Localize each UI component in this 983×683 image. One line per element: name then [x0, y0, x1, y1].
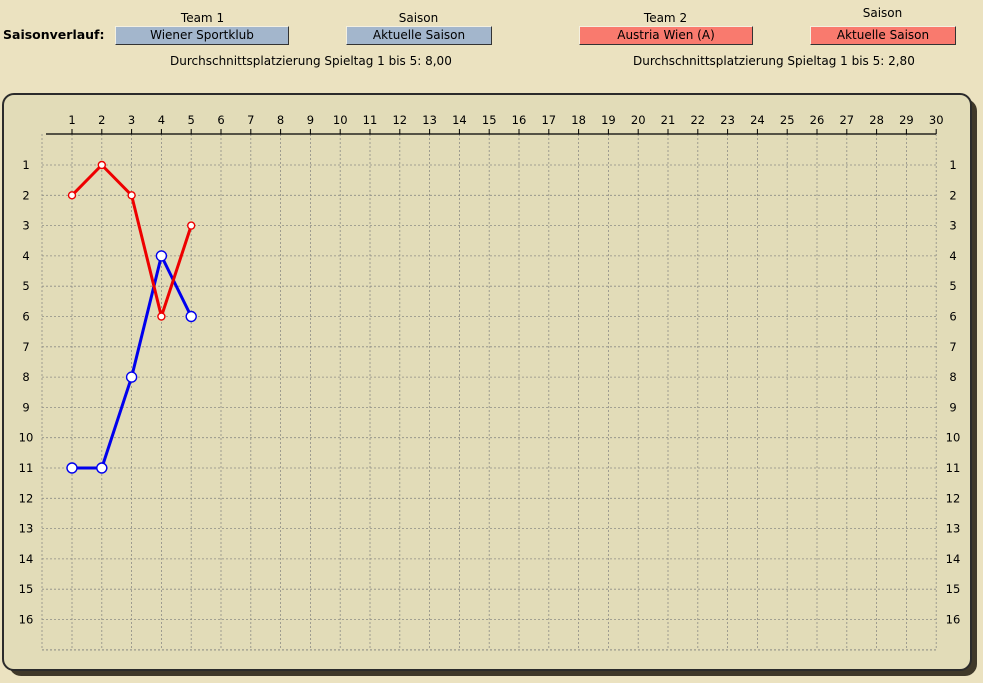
team1-point	[125, 371, 138, 383]
y-tick-label-right: 8	[949, 370, 956, 384]
team2-point	[157, 312, 166, 321]
x-tick-label: 21	[661, 113, 676, 127]
x-tick-label: 2	[98, 113, 105, 127]
x-tick-label: 15	[482, 113, 497, 127]
y-tick-label-left: 8	[22, 370, 29, 384]
team2-point	[67, 191, 77, 200]
x-tick-label: 28	[869, 113, 884, 127]
y-tick-label-left: 3	[22, 219, 29, 233]
y-tick-label-right: 7	[949, 340, 956, 354]
y-tick-label-right: 4	[949, 249, 956, 263]
x-tick-label: 20	[631, 113, 646, 127]
team2-point	[186, 221, 196, 230]
x-tick-label: 1	[68, 113, 75, 127]
x-tick-label: 23	[720, 113, 735, 127]
y-tick-label-left: 7	[22, 340, 29, 354]
y-tick-label-left: 11	[19, 461, 34, 475]
x-tick-label: 29	[899, 113, 914, 127]
x-tick-label: 19	[601, 113, 616, 127]
x-tick-label: 4	[158, 113, 165, 127]
y-tick-label-left: 5	[22, 279, 29, 293]
y-tick-label-left: 6	[22, 310, 29, 324]
x-tick-label: 22	[690, 113, 705, 127]
x-tick-label: 7	[247, 113, 254, 127]
team1-point	[66, 462, 78, 474]
x-tick-label: 24	[750, 113, 765, 127]
x-tick-label: 13	[422, 113, 437, 127]
y-tick-label-right: 5	[949, 279, 956, 293]
y-tick-label-left: 2	[22, 188, 29, 202]
x-tick-label: 25	[780, 113, 795, 127]
y-tick-label-right: 16	[946, 613, 961, 627]
x-tick-label: 27	[839, 113, 854, 127]
y-tick-label-left: 9	[22, 400, 29, 414]
x-tick-label: 17	[541, 113, 556, 127]
x-tick-label: 16	[512, 113, 527, 127]
x-tick-label: 10	[333, 113, 348, 127]
y-tick-label-left: 16	[19, 613, 34, 627]
y-tick-label-left: 12	[19, 491, 34, 505]
y-tick-label-right: 3	[949, 219, 956, 233]
x-tick-label: 26	[810, 113, 825, 127]
y-tick-label-right: 2	[949, 188, 956, 202]
y-tick-label-left: 1	[22, 158, 29, 172]
y-tick-label-right: 14	[946, 552, 961, 566]
y-tick-label-left: 14	[19, 552, 34, 566]
x-tick-label: 30	[929, 113, 944, 127]
y-tick-label-right: 15	[946, 582, 961, 596]
y-tick-label-left: 15	[19, 582, 34, 596]
x-tick-label: 5	[188, 113, 195, 127]
x-tick-label: 12	[392, 113, 407, 127]
season-chart: 1 2 3 4 5 6 7 8 9 10 11 12 13 14 15 16 17 18 19 20 21 22 23 24 2…	[19, 113, 961, 651]
x-tick-label: 6	[217, 113, 224, 127]
x-tick-label: 8	[277, 113, 284, 127]
x-tick-label: 3	[128, 113, 135, 127]
y-tick-label-right: 9	[949, 400, 956, 414]
x-tick-label: 18	[571, 113, 586, 127]
chart-grid	[41, 134, 937, 651]
y-tick-label-right: 10	[946, 431, 961, 445]
y-tick-label-left: 4	[22, 249, 29, 263]
y-tick-label-right: 12	[946, 491, 961, 505]
y-tick-label-left: 10	[19, 431, 34, 445]
x-tick-label: 9	[307, 113, 314, 127]
chart-axes	[46, 129, 937, 135]
y-tick-label-left: 13	[19, 522, 34, 536]
y-tick-label-right: 1	[949, 158, 956, 172]
team2-point	[97, 160, 107, 170]
team1-point	[96, 462, 108, 474]
team2-point	[127, 191, 136, 200]
y-tick-label-right: 11	[946, 461, 961, 475]
x-tick-label: 11	[363, 113, 378, 127]
y-tick-label-right: 13	[946, 522, 961, 536]
team1-point	[185, 310, 197, 323]
y-tick-label-right: 6	[949, 310, 956, 324]
team1-point	[155, 250, 168, 262]
x-tick-label: 14	[452, 113, 467, 127]
